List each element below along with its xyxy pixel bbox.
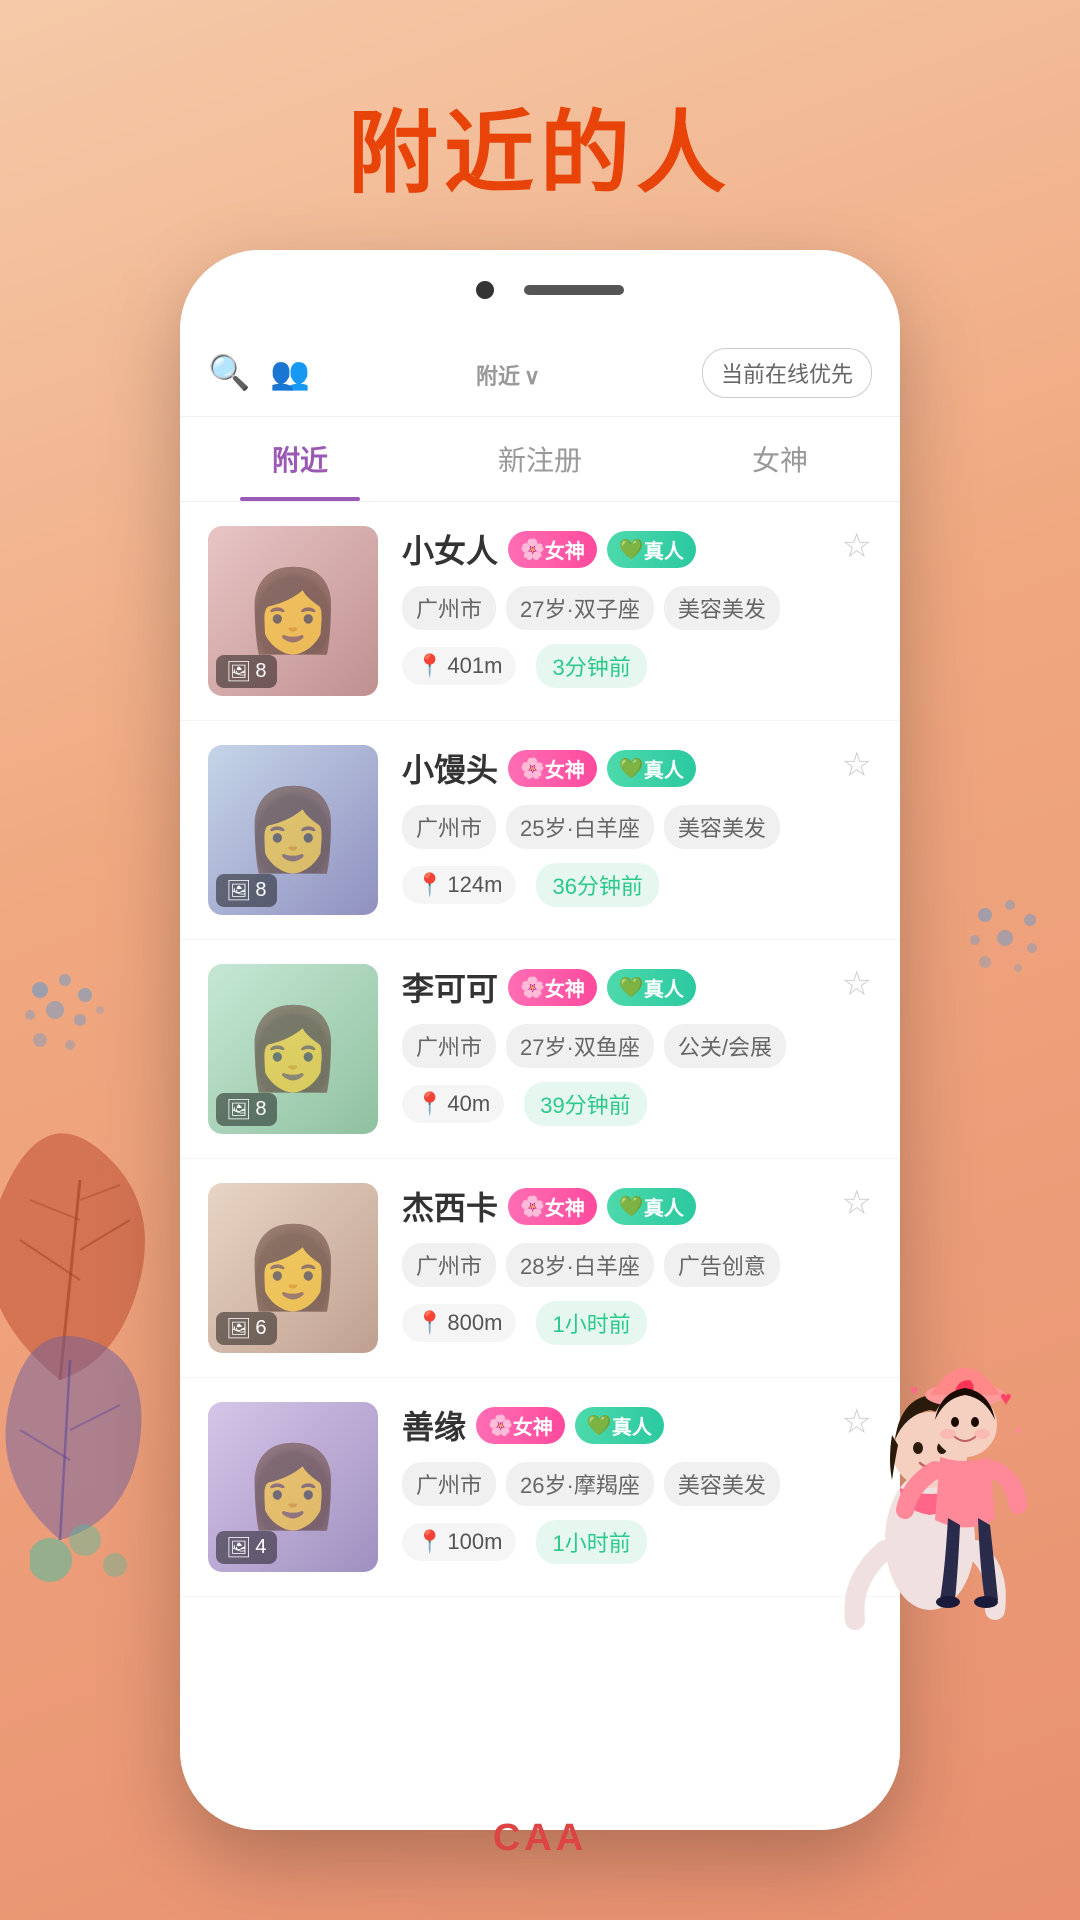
tab-goddess[interactable]: 女神	[660, 417, 900, 501]
page-title: 附近的人	[0, 0, 1080, 210]
distance-5: 📍100m	[402, 1523, 516, 1561]
user-tags-3: 广州市 27岁·双鱼座 公关/会展	[402, 1024, 872, 1068]
deco-dots-right	[960, 890, 1060, 990]
user-name-row-1: 小女人 🌸 女神 💚 真人	[402, 526, 872, 572]
tag-occupation-4: 广告创意	[664, 1243, 780, 1287]
illustration: ♥ ♥ ♥	[800, 1320, 1080, 1720]
badge-goddess-5: 🌸 女神	[476, 1407, 565, 1444]
user-name-5: 善缘	[402, 1402, 466, 1448]
user-info-3: 李可可 🌸 女神 💚 真人 广州市 27岁·双鱼座 公关/会展 📍40m 39分…	[402, 964, 872, 1126]
photo-count-3: 🖼8	[216, 1093, 277, 1126]
tag-city-5: 广州市	[402, 1462, 496, 1506]
time-3: 39分钟前	[524, 1082, 646, 1126]
phone-notch	[180, 250, 900, 330]
phone-speaker	[524, 285, 624, 295]
badge-goddess-1: 🌸 女神	[508, 531, 597, 568]
photo-count-5: 🖼4	[216, 1531, 277, 1564]
badge-real-3: 💚 真人	[607, 969, 696, 1006]
dropdown-indicator: ∨	[524, 364, 540, 389]
user-meta-1: 📍401m 3分钟前	[402, 644, 872, 688]
user-info-1: 小女人 🌸 女神 💚 真人 广州市 27岁·双子座 美容美发 📍401m 3分钟…	[402, 526, 872, 688]
table-row[interactable]: 👩 🖼4 善缘 🌸 女神 💚 真人 广州市 26岁·摩羯座	[180, 1378, 900, 1597]
top-bar: 🔍 👥 附近∨ 当前在线优先	[180, 330, 900, 417]
phone-camera	[476, 281, 494, 299]
table-row[interactable]: 👩 🖼8 小女人 🌸 女神 💚 真人 广州市 27岁·双子座	[180, 502, 900, 721]
time-2: 36分钟前	[536, 863, 658, 907]
bottom-label: CAA	[493, 1817, 587, 1860]
user-name-row-3: 李可可 🌸 女神 💚 真人	[402, 964, 872, 1010]
badge-real-4: 💚 真人	[607, 1188, 696, 1225]
star-button-4[interactable]: ☆	[842, 1183, 872, 1223]
distance-4: 📍800m	[402, 1304, 516, 1342]
badge-real-2: 💚 真人	[607, 750, 696, 787]
badge-real-1: 💚 真人	[607, 531, 696, 568]
time-5: 1小时前	[536, 1520, 646, 1564]
tab-new-register[interactable]: 新注册	[420, 417, 660, 501]
online-priority-button[interactable]: 当前在线优先	[702, 348, 872, 398]
distance-3: 📍40m	[402, 1085, 504, 1123]
user-name-4: 杰西卡	[402, 1183, 498, 1229]
table-row[interactable]: 👩 🖼8 小馒头 🌸 女神 💚 真人 广州市 25岁·白羊座	[180, 721, 900, 940]
filter-icon[interactable]: 👥	[270, 354, 310, 392]
distance-1: 📍401m	[402, 647, 516, 685]
phone-frame: 🔍 👥 附近∨ 当前在线优先 附近 新注册 女神	[180, 250, 900, 1830]
user-name-2: 小馒头	[402, 745, 498, 791]
table-row[interactable]: 👩 🖼6 杰西卡 🌸 女神 💚 真人 广州市 28岁·白羊座	[180, 1159, 900, 1378]
tag-city-4: 广州市	[402, 1243, 496, 1287]
user-meta-3: 📍40m 39分钟前	[402, 1082, 872, 1126]
user-list: 👩 🖼8 小女人 🌸 女神 💚 真人 广州市 27岁·双子座	[180, 502, 900, 1830]
star-button-3[interactable]: ☆	[842, 964, 872, 1004]
photo-count-2: 🖼8	[216, 874, 277, 907]
user-name-row-2: 小馒头 🌸 女神 💚 真人	[402, 745, 872, 791]
avatar-wrap-2: 👩 🖼8	[208, 745, 378, 915]
badge-real-5: 💚 真人	[575, 1407, 664, 1444]
deco-dots-left	[10, 960, 130, 1080]
time-1: 3分钟前	[536, 644, 646, 688]
tag-occupation-1: 美容美发	[664, 586, 780, 630]
user-name-1: 小女人	[402, 526, 498, 572]
deco-teal-circles	[30, 1500, 150, 1600]
tag-age-zodiac-5: 26岁·摩羯座	[506, 1462, 654, 1506]
tag-city-3: 广州市	[402, 1024, 496, 1068]
svg-text:♥: ♥	[1000, 1388, 1012, 1410]
svg-text:♥: ♥	[910, 1382, 918, 1398]
tag-occupation-2: 美容美发	[664, 805, 780, 849]
user-tags-1: 广州市 27岁·双子座 美容美发	[402, 586, 872, 630]
user-tags-4: 广州市 28岁·白羊座 广告创意	[402, 1243, 872, 1287]
user-meta-2: 📍124m 36分钟前	[402, 863, 872, 907]
photo-count-4: 🖼6	[216, 1312, 277, 1345]
avatar-wrap-3: 👩 🖼8	[208, 964, 378, 1134]
badge-goddess-3: 🌸 女神	[508, 969, 597, 1006]
star-button-2[interactable]: ☆	[842, 745, 872, 785]
user-name-3: 李可可	[402, 964, 498, 1010]
user-tags-2: 广州市 25岁·白羊座 美容美发	[402, 805, 872, 849]
user-name-row-4: 杰西卡 🌸 女神 💚 真人	[402, 1183, 872, 1229]
star-button-1[interactable]: ☆	[842, 526, 872, 566]
tag-age-zodiac-4: 28岁·白羊座	[506, 1243, 654, 1287]
tag-city-1: 广州市	[402, 586, 496, 630]
badge-goddess-2: 🌸 女神	[508, 750, 597, 787]
avatar-wrap-5: 👩 🖼4	[208, 1402, 378, 1572]
photo-count-1: 🖼8	[216, 655, 277, 688]
sub-tabs: 附近 新注册 女神	[180, 417, 900, 502]
tag-age-zodiac-1: 27岁·双子座	[506, 586, 654, 630]
user-info-2: 小馒头 🌸 女神 💚 真人 广州市 25岁·白羊座 美容美发 📍124m 36分…	[402, 745, 872, 907]
avatar-wrap-4: 👩 🖼6	[208, 1183, 378, 1353]
tag-occupation-5: 美容美发	[664, 1462, 780, 1506]
badge-goddess-4: 🌸 女神	[508, 1188, 597, 1225]
tag-city-2: 广州市	[402, 805, 496, 849]
app-screen: 🔍 👥 附近∨ 当前在线优先 附近 新注册 女神	[180, 330, 900, 1830]
tag-occupation-3: 公关/会展	[664, 1024, 786, 1068]
search-icon[interactable]: 🔍	[208, 353, 250, 393]
tag-age-zodiac-2: 25岁·白羊座	[506, 805, 654, 849]
avatar-wrap-1: 👩 🖼8	[208, 526, 378, 696]
svg-text:♥: ♥	[1015, 1424, 1022, 1438]
tag-age-zodiac-3: 27岁·双鱼座	[506, 1024, 654, 1068]
distance-2: 📍124m	[402, 866, 516, 904]
time-4: 1小时前	[536, 1301, 646, 1345]
header-title: 附近∨	[310, 355, 702, 392]
tab-nearby[interactable]: 附近	[180, 417, 420, 501]
table-row[interactable]: 👩 🖼8 李可可 🌸 女神 💚 真人 广州市 27岁·双鱼座	[180, 940, 900, 1159]
